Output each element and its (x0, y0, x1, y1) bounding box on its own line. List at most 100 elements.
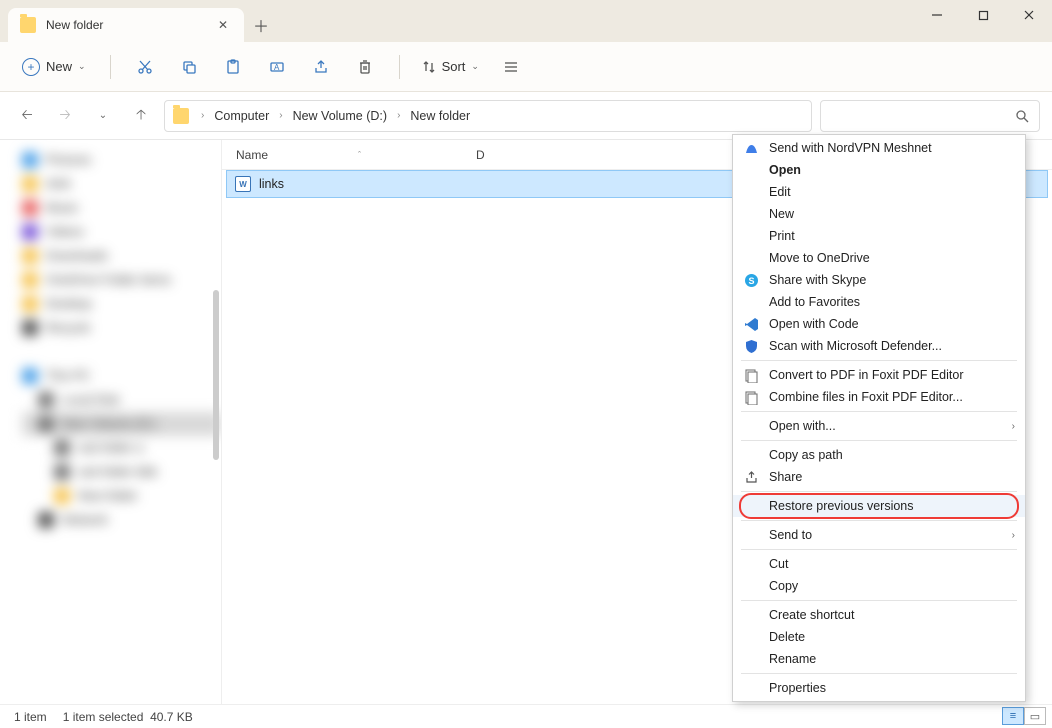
sidebar-item[interactable]: Music (22, 196, 221, 220)
col-date[interactable]: D (476, 148, 626, 162)
sidebar-item[interactable]: Pictures (22, 148, 221, 172)
sidebar-item[interactable]: New folder (22, 484, 221, 508)
breadcrumb-item[interactable]: New folder (408, 107, 472, 125)
paste-button[interactable] (213, 50, 253, 84)
context-item[interactable]: SShare with Skype (733, 269, 1025, 291)
titlebar: New folder ✕ ＋ (0, 0, 1052, 42)
file-name: links (259, 177, 284, 191)
context-label: Print (769, 229, 795, 243)
search-input[interactable] (820, 100, 1040, 132)
sidebar-item[interactable]: Local Disk (22, 388, 221, 412)
sidebar-item[interactable]: Downloads (22, 244, 221, 268)
new-label: New (46, 59, 72, 74)
context-separator (741, 520, 1017, 521)
share-button[interactable] (301, 50, 341, 84)
sidebar-item[interactable]: This PC (22, 364, 221, 388)
chevron-down-icon: ⌄ (471, 61, 479, 72)
context-item[interactable]: Open with...› (733, 415, 1025, 437)
recent-dropdown[interactable]: ⌄ (88, 101, 118, 131)
context-item[interactable]: Scan with Microsoft Defender... (733, 335, 1025, 357)
context-item[interactable]: Send to› (733, 524, 1025, 546)
copy-button[interactable] (169, 50, 209, 84)
sidebar-item[interactable]: Desktop (22, 292, 221, 316)
context-item[interactable]: Edit (733, 181, 1025, 203)
delete-button[interactable] (345, 50, 385, 84)
context-item[interactable]: Share (733, 466, 1025, 488)
context-item[interactable]: Restore previous versions (733, 495, 1025, 517)
breadcrumb-bar[interactable]: › Computer › New Volume (D:) › New folde… (164, 100, 812, 132)
sidebar-item[interactable] (22, 340, 221, 364)
context-item[interactable]: New (733, 203, 1025, 225)
sidebar-item[interactable]: New Volume (D:) (22, 412, 221, 436)
context-separator (741, 360, 1017, 361)
sidebar-icon (22, 320, 38, 336)
navigation-sidebar[interactable]: PicturesAAAMusicVideosDownloadsOneDrive … (0, 140, 222, 704)
cut-button[interactable] (125, 50, 165, 84)
address-bar: 🡠 🡢 ⌄ 🡡 › Computer › New Volume (D:) › N… (0, 92, 1052, 140)
sidebar-icon (22, 368, 38, 384)
sidebar-item[interactable]: Network (22, 508, 221, 532)
sort-button[interactable]: Sort ⌄ (414, 54, 487, 79)
breadcrumb-item[interactable]: New Volume (D:) (291, 107, 389, 125)
context-label: Convert to PDF in Foxit PDF Editor (769, 368, 964, 382)
minimize-button[interactable] (914, 0, 960, 30)
context-separator (741, 600, 1017, 601)
folder-icon (20, 17, 36, 33)
col-name[interactable]: Name ˆ (236, 148, 476, 162)
context-item[interactable]: Rename (733, 648, 1025, 670)
scrollbar-thumb[interactable] (213, 290, 219, 460)
sidebar-item[interactable]: AAA (22, 172, 221, 196)
close-tab-button[interactable]: ✕ (214, 16, 232, 34)
sort-caret-icon: ˆ (358, 150, 361, 160)
svg-text:A: A (274, 63, 280, 72)
context-item[interactable]: Create shortcut (733, 604, 1025, 626)
window-tab[interactable]: New folder ✕ (8, 8, 244, 42)
sidebar-item[interactable]: sub folder bbb (22, 460, 221, 484)
view-button[interactable] (491, 50, 531, 84)
folder-icon (173, 108, 189, 124)
context-label: Send to (769, 528, 812, 542)
context-item[interactable]: Cut (733, 553, 1025, 575)
sidebar-item[interactable]: OneDrive Folder items (22, 268, 221, 292)
sidebar-item[interactable]: Recycle (22, 316, 221, 340)
details-view-button[interactable]: ≡ (1002, 707, 1024, 725)
context-item[interactable]: Convert to PDF in Foxit PDF Editor (733, 364, 1025, 386)
context-separator (741, 411, 1017, 412)
rename-button[interactable]: A (257, 50, 297, 84)
view-switcher: ≡ ▭ (1002, 707, 1046, 725)
new-tab-button[interactable]: ＋ (244, 8, 278, 42)
context-item[interactable]: Send with NordVPN Meshnet (733, 137, 1025, 159)
up-button[interactable]: 🡡 (126, 101, 156, 131)
new-button[interactable]: + New ⌄ (12, 53, 96, 81)
context-item[interactable]: Open with Code (733, 313, 1025, 335)
search-icon (1015, 109, 1029, 123)
status-selection: 1 item selected 40.7 KB (63, 710, 193, 724)
context-item[interactable]: Copy (733, 575, 1025, 597)
context-item[interactable]: Combine files in Foxit PDF Editor... (733, 386, 1025, 408)
context-item[interactable]: Open (733, 159, 1025, 181)
maximize-button[interactable] (960, 0, 1006, 30)
sidebar-icon (38, 392, 54, 408)
context-item[interactable]: Print (733, 225, 1025, 247)
context-separator (741, 673, 1017, 674)
context-item[interactable]: Copy as path (733, 444, 1025, 466)
close-window-button[interactable] (1006, 0, 1052, 30)
back-button[interactable]: 🡠 (12, 101, 42, 131)
sidebar-item[interactable]: sub folder a (22, 436, 221, 460)
pdf-icon (743, 367, 759, 383)
context-label: Delete (769, 630, 805, 644)
context-label: Add to Favorites (769, 295, 860, 309)
breadcrumb-item[interactable]: Computer (212, 107, 271, 125)
vscode-icon (743, 316, 759, 332)
context-menu[interactable]: Send with NordVPN MeshnetOpenEditNew Prin… (732, 134, 1026, 702)
sidebar-item[interactable]: Videos (22, 220, 221, 244)
sidebar-icon (54, 440, 70, 456)
context-item[interactable]: Move to OneDrive (733, 247, 1025, 269)
context-separator (741, 549, 1017, 550)
tiles-view-button[interactable]: ▭ (1024, 707, 1046, 725)
context-item[interactable]: Properties (733, 677, 1025, 699)
context-item[interactable]: Delete (733, 626, 1025, 648)
context-item[interactable]: Add to Favorites (733, 291, 1025, 313)
forward-button[interactable]: 🡢 (50, 101, 80, 131)
sidebar-icon (22, 224, 38, 240)
